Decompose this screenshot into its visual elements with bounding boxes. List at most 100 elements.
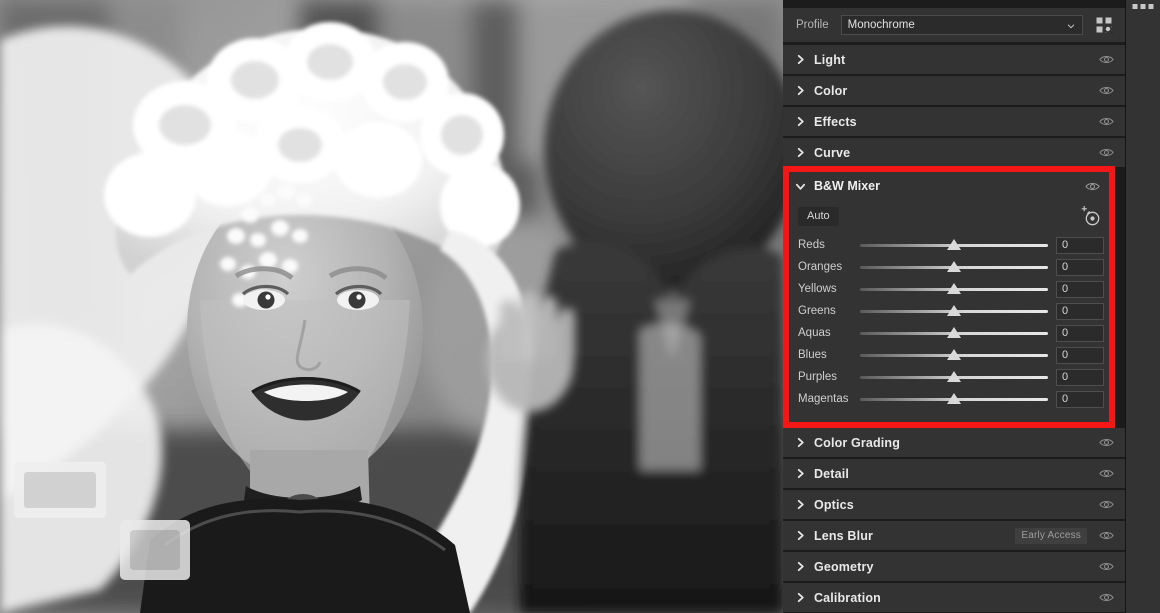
bw-mixer-panel: B&W Mixer Auto Reds 0 Oranges 0 Yellows … (783, 166, 1115, 428)
slider-value-input[interactable]: 0 (1056, 368, 1104, 386)
section-row-effects[interactable]: Effects (783, 107, 1125, 137)
slider-track-purples[interactable] (860, 366, 1048, 388)
slider-thumb[interactable] (947, 261, 961, 272)
chevron-right-icon (793, 85, 807, 96)
slider-row-aquas: Aquas 0 (789, 322, 1109, 344)
slider-value-input[interactable]: 0 (1056, 324, 1104, 342)
slider-thumb[interactable] (947, 239, 961, 250)
eye-icon[interactable] (1081, 175, 1103, 197)
slider-row-magentas: Magentas 0 (789, 388, 1109, 410)
slider-track-oranges[interactable] (860, 256, 1048, 278)
bw-mixer-title: B&W Mixer (814, 179, 880, 193)
right-rail (1125, 0, 1160, 613)
section-row-geometry[interactable]: Geometry (783, 552, 1125, 582)
photo-preview (0, 0, 783, 613)
bw-mixer-tools: Auto (789, 200, 1109, 232)
section-row-color[interactable]: Color (783, 76, 1125, 106)
slider-track-blues[interactable] (860, 344, 1048, 366)
dot (1148, 4, 1154, 9)
slider-label: Blues (798, 349, 827, 361)
profile-browser-button[interactable] (1091, 13, 1117, 37)
section-row-detail[interactable]: Detail (783, 459, 1125, 489)
slider-value-input[interactable]: 0 (1056, 302, 1104, 320)
slider-value-input[interactable]: 0 (1056, 390, 1104, 408)
chevron-down-icon (1067, 24, 1075, 29)
profile-label: Profile (796, 19, 829, 31)
slider-row-purples: Purples 0 (789, 366, 1109, 388)
bw-mixer-header[interactable]: B&W Mixer (789, 172, 1109, 200)
slider-thumb[interactable] (947, 371, 961, 382)
slider-track-greens[interactable] (860, 300, 1048, 322)
eye-icon[interactable] (1095, 432, 1117, 454)
eye-icon[interactable] (1095, 111, 1117, 133)
target-adjustment-button[interactable] (1077, 203, 1103, 229)
section-label: Lens Blur (814, 528, 873, 543)
chevron-right-icon (793, 468, 807, 479)
slider-value-input[interactable]: 0 (1056, 280, 1104, 298)
eye-icon[interactable] (1095, 525, 1117, 547)
section-label: Effects (814, 114, 857, 129)
slider-track-reds[interactable] (860, 234, 1048, 256)
eye-icon[interactable] (1095, 494, 1117, 516)
chevron-down-icon (793, 181, 807, 192)
chevron-right-icon (793, 499, 807, 510)
chevron-right-icon (793, 592, 807, 603)
eye-icon[interactable] (1095, 463, 1117, 485)
profile-value: Monochrome (847, 19, 915, 31)
eye-icon[interactable] (1095, 49, 1117, 71)
section-label: Color (814, 83, 848, 98)
image-canvas[interactable] (0, 0, 783, 613)
section-label: Color Grading (814, 435, 900, 450)
profile-select[interactable]: Monochrome (840, 15, 1083, 35)
chevron-right-icon (793, 116, 807, 127)
section-label: Calibration (814, 590, 881, 605)
eye-icon[interactable] (1095, 556, 1117, 578)
section-label: Light (814, 52, 846, 67)
section-row-lens-blur[interactable]: Lens Blur Early Access (783, 521, 1125, 551)
chevron-right-icon (793, 437, 807, 448)
section-row-curve[interactable]: Curve (783, 138, 1125, 168)
auto-button[interactable]: Auto (798, 206, 839, 226)
more-dots-icon[interactable] (1132, 4, 1154, 9)
slider-thumb[interactable] (947, 305, 961, 316)
section-row-calibration[interactable]: Calibration (783, 583, 1125, 613)
eye-icon[interactable] (1095, 142, 1117, 164)
slider-thumb[interactable] (947, 283, 961, 294)
early-access-badge: Early Access (1015, 527, 1087, 544)
chevron-right-icon (793, 530, 807, 541)
app-window: Profile Monochrome Light Color Effects C… (0, 0, 1160, 613)
slider-track-magentas[interactable] (860, 388, 1048, 410)
section-label: Curve (814, 145, 851, 160)
slider-label: Magentas (798, 393, 849, 405)
eye-icon[interactable] (1095, 80, 1117, 102)
section-row-optics[interactable]: Optics (783, 490, 1125, 520)
slider-label: Yellows (798, 283, 837, 295)
slider-thumb[interactable] (947, 393, 961, 404)
section-label: Optics (814, 497, 854, 512)
slider-label: Purples (798, 371, 837, 383)
bw-mixer-sliders: Reds 0 Oranges 0 Yellows 0 Greens 0 Aquas 0 Blues 0… (789, 232, 1109, 410)
chevron-right-icon (793, 54, 807, 65)
target-adjustment-icon (1081, 206, 1100, 226)
slider-value-input[interactable]: 0 (1056, 258, 1104, 276)
slider-track-yellows[interactable] (860, 278, 1048, 300)
slider-label: Greens (798, 305, 836, 317)
slider-thumb[interactable] (947, 327, 961, 338)
dot (1132, 4, 1138, 9)
slider-value-input[interactable]: 0 (1056, 346, 1104, 364)
section-label: Geometry (814, 559, 874, 574)
section-row-color-grading[interactable]: Color Grading (783, 428, 1125, 458)
chevron-right-icon (793, 147, 807, 158)
slider-thumb[interactable] (947, 349, 961, 360)
dot (1140, 4, 1146, 9)
section-row-light[interactable]: Light (783, 45, 1125, 75)
slider-row-oranges: Oranges 0 (789, 256, 1109, 278)
slider-label: Aquas (798, 327, 831, 339)
profile-browser-icon (1096, 17, 1113, 34)
eye-icon[interactable] (1095, 587, 1117, 609)
slider-track-aquas[interactable] (860, 322, 1048, 344)
profile-row: Profile Monochrome (783, 8, 1125, 42)
chevron-right-icon (793, 561, 807, 572)
slider-row-greens: Greens 0 (789, 300, 1109, 322)
slider-value-input[interactable]: 0 (1056, 236, 1104, 254)
